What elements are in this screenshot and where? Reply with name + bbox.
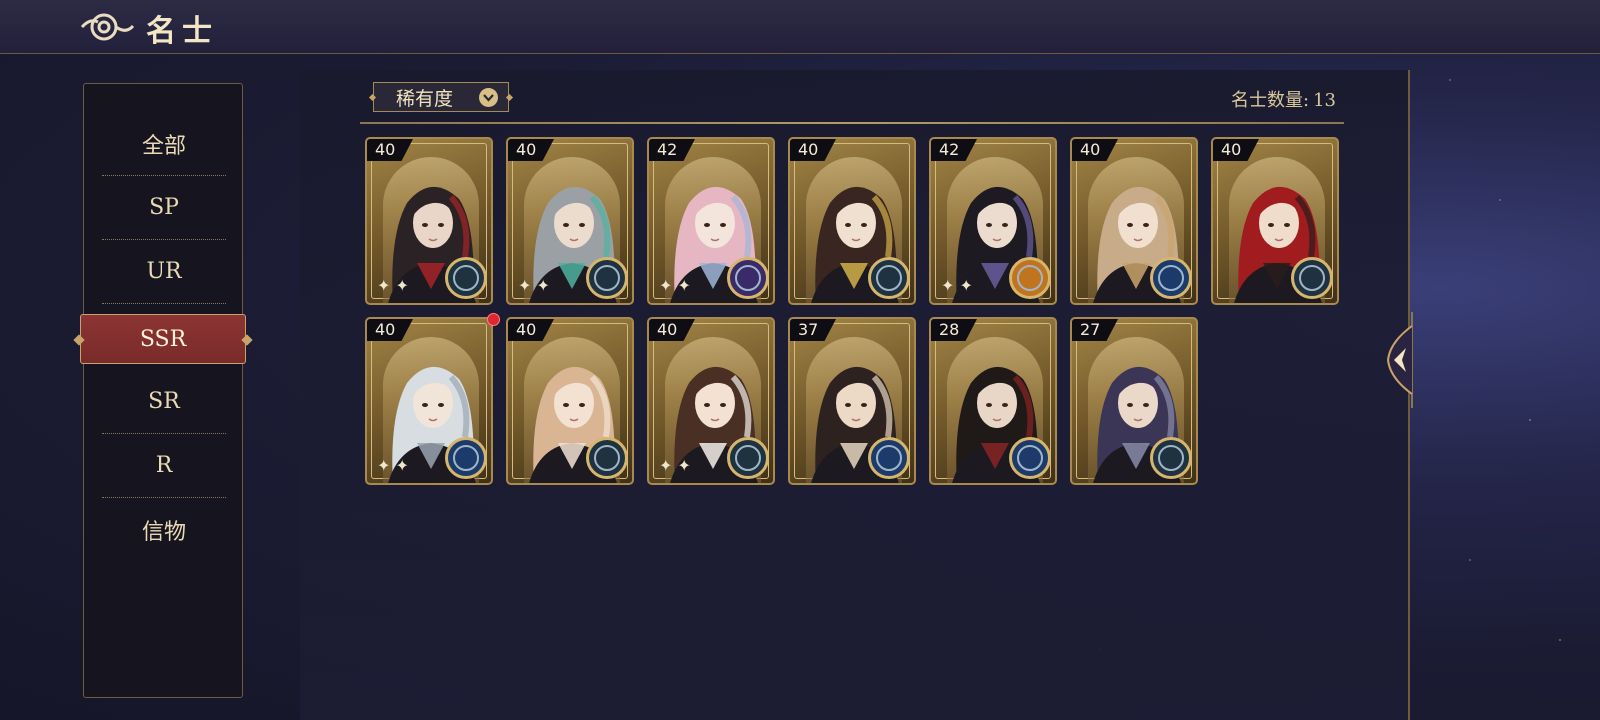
cloud-swirl-icon [80,13,134,41]
element-emblem-icon [1009,257,1051,299]
sparkle-icon: ✦ ✦ [659,456,691,475]
character-card[interactable]: 40 [1070,137,1198,305]
sparkle-icon: ✦ ✦ [659,276,691,295]
character-card[interactable]: ✦ ✦ 40 [365,137,493,305]
count-label: 名士数量: [1231,90,1310,111]
sidebar-item-ssr[interactable]: SSR [80,314,246,364]
emblem-core [1017,265,1043,291]
character-card[interactable]: ✦ ✦ 40 [647,317,775,485]
new-notification-dot [487,313,500,326]
sparkle-icon: ✦ ✦ [941,276,973,295]
emblem-core [594,445,620,471]
filter-label: 稀有度 [396,87,454,110]
element-emblem-icon [1150,437,1192,479]
emblem-core [1158,445,1184,471]
emblem-core [735,445,761,471]
character-card[interactable]: 40 [506,317,634,485]
sidebar-item-ur[interactable]: UR [102,240,226,304]
sidebar-item-sp[interactable]: SP [102,176,226,240]
sparkle-icon: ✦ ✦ [518,276,550,295]
character-card[interactable]: ✦ ✦ 40 [506,137,634,305]
collapse-arrow-icon[interactable] [1382,312,1418,408]
element-emblem-icon [727,257,769,299]
element-emblem-icon [868,257,910,299]
character-card[interactable]: ✦ ✦ 42 [647,137,775,305]
emblem-core [735,265,761,291]
emblem-core [876,265,902,291]
element-emblem-icon [445,257,487,299]
count-value: 13 [1313,90,1336,111]
character-card[interactable]: ✦ ✦ 40 [365,317,493,485]
emblem-core [453,265,479,291]
element-emblem-icon [1009,437,1051,479]
element-emblem-icon [586,257,628,299]
emblem-core [876,445,902,471]
emblem-core [1299,265,1325,291]
character-card[interactable]: 40 [1211,137,1339,305]
character-card[interactable]: 27 [1070,317,1198,485]
element-emblem-icon [727,437,769,479]
rarity-filter-dropdown[interactable]: 稀有度 [373,82,509,112]
emblem-core [1158,265,1184,291]
element-emblem-icon [1291,257,1333,299]
character-card[interactable]: 37 [788,317,916,485]
sparkle-icon: ✦ ✦ [377,456,409,475]
character-card[interactable]: 40 [788,137,916,305]
rarity-sidebar: 全部 SP UR SSR SR R 信物 [80,83,246,698]
top-bar: 名士 [0,0,1600,54]
emblem-core [594,265,620,291]
element-emblem-icon [445,437,487,479]
element-emblem-icon [1150,257,1192,299]
chevron-down-icon [479,88,498,107]
emblem-core [1017,445,1043,471]
sidebar-item-token[interactable]: 信物 [102,498,226,562]
emblem-core [453,445,479,471]
sparkle-icon: ✦ ✦ [377,276,409,295]
character-card[interactable]: ✦ ✦ 42 [929,137,1057,305]
page-title: 名士 [146,14,218,49]
sidebar-item-all[interactable]: 全部 [102,112,226,176]
character-count: 名士数量: 13 [1231,86,1336,112]
sidebar-item-sr[interactable]: SR [102,370,226,434]
toolbar-divider [360,122,1344,124]
character-card[interactable]: 28 [929,317,1057,485]
element-emblem-icon [586,437,628,479]
sidebar-item-r[interactable]: R [102,434,226,498]
element-emblem-icon [868,437,910,479]
